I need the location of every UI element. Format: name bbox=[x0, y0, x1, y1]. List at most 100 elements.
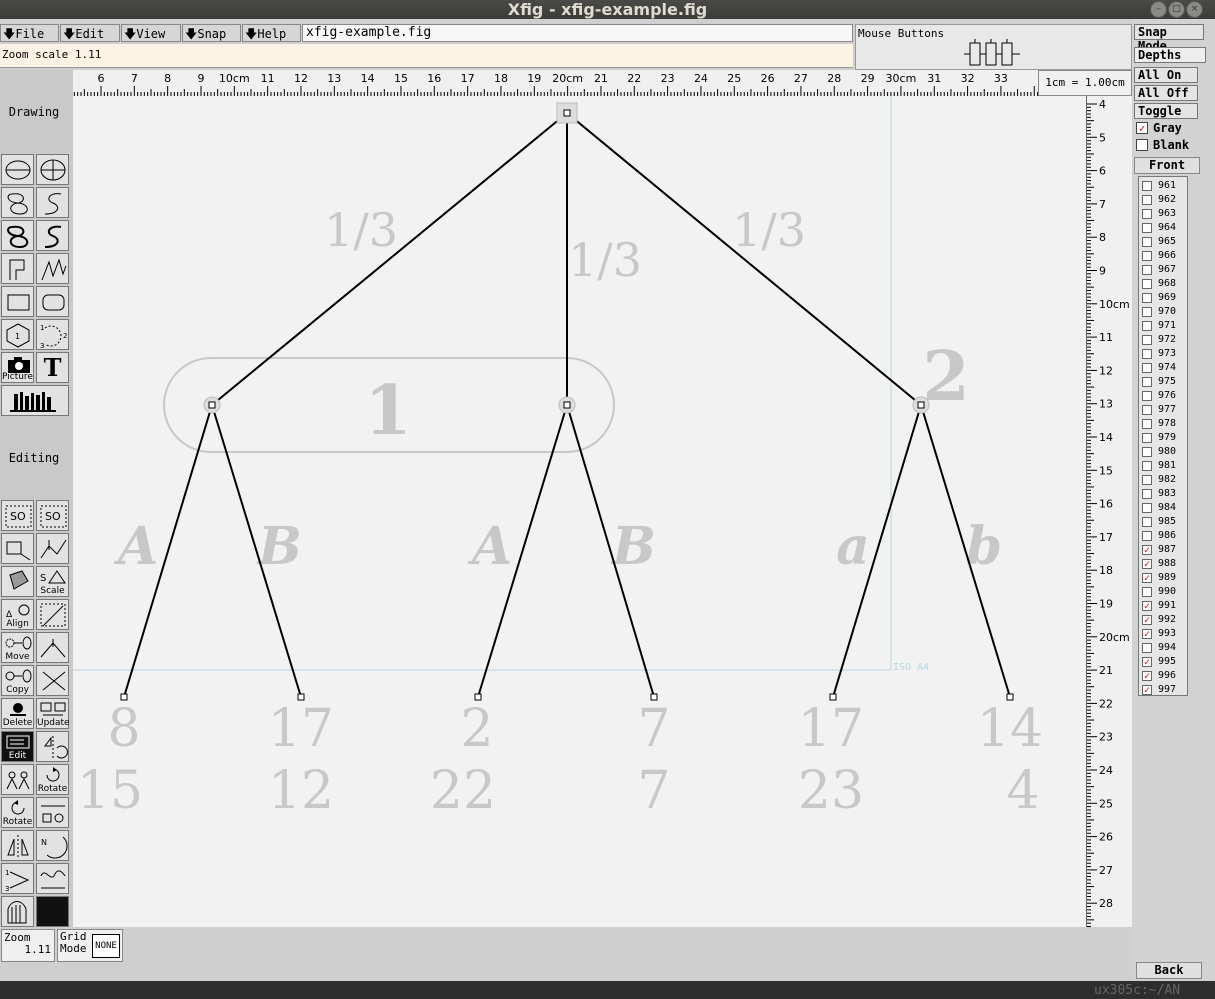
flip-tool[interactable] bbox=[36, 731, 69, 762]
update-tool[interactable]: Update bbox=[36, 698, 70, 729]
picture-tool[interactable]: Picture bbox=[1, 352, 34, 383]
depth-item[interactable]: 966 bbox=[1141, 249, 1187, 263]
edit-tool[interactable]: Edit bbox=[1, 731, 34, 762]
ruler-tool[interactable] bbox=[36, 863, 69, 894]
leaf-node[interactable] bbox=[474, 693, 482, 701]
rounded-box-tool[interactable] bbox=[36, 286, 69, 317]
filename-field[interactable]: xfig-example.fig bbox=[302, 24, 853, 42]
arrow-mode-tool[interactable] bbox=[1, 566, 34, 597]
node-marker[interactable] bbox=[563, 401, 571, 409]
delete-tool[interactable]: Delete bbox=[1, 698, 34, 729]
depth-item[interactable]: 983 bbox=[1141, 487, 1187, 501]
closed-interp-spline-tool[interactable] bbox=[1, 220, 34, 251]
minimize-icon[interactable]: – bbox=[1150, 1, 1167, 18]
depth-item[interactable]: ✓ 996 bbox=[1141, 669, 1187, 683]
depth-item[interactable]: 968 bbox=[1141, 277, 1187, 291]
rotate-cw-tool[interactable]: Rotate bbox=[36, 764, 69, 795]
depth-item[interactable]: 976 bbox=[1141, 389, 1187, 403]
cut-tool[interactable] bbox=[36, 665, 69, 696]
convert-tool[interactable] bbox=[36, 797, 69, 828]
depth-item[interactable]: ✓ 993 bbox=[1141, 627, 1187, 641]
depth-item[interactable]: 972 bbox=[1141, 333, 1187, 347]
maximize-icon[interactable]: □ bbox=[1168, 1, 1185, 18]
depth-item[interactable]: ✓ 992 bbox=[1141, 613, 1187, 627]
depth-item[interactable]: 986 bbox=[1141, 529, 1187, 543]
depth-list[interactable]: 961 962 963 964 965 966 967 968 969 970 971 972 973 9… bbox=[1138, 176, 1188, 696]
depth-item[interactable]: 964 bbox=[1141, 221, 1187, 235]
menu-snap[interactable]: 🡇Snap bbox=[182, 24, 241, 42]
circle-diameter-tool[interactable] bbox=[36, 154, 69, 185]
node-marker[interactable] bbox=[563, 109, 571, 117]
leaf-node[interactable] bbox=[1006, 693, 1014, 701]
menu-help[interactable]: 🡇Help bbox=[242, 24, 301, 42]
copy-tool[interactable]: Copy bbox=[1, 665, 34, 696]
move-tool[interactable]: Move bbox=[1, 632, 34, 663]
depth-item[interactable]: 962 bbox=[1141, 193, 1187, 207]
leaf-node[interactable] bbox=[650, 693, 658, 701]
node-marker[interactable] bbox=[208, 401, 216, 409]
depth-item[interactable]: 977 bbox=[1141, 403, 1187, 417]
anchor-tool[interactable] bbox=[1, 830, 34, 861]
depth-item[interactable]: ✓ 997 bbox=[1141, 683, 1187, 697]
scale-tool[interactable]: S Scale bbox=[36, 566, 69, 597]
open-spline-tool[interactable] bbox=[36, 187, 69, 218]
depth-item[interactable]: 981 bbox=[1141, 459, 1187, 473]
grid-mode-indicator[interactable]: Grid Mode NONE bbox=[57, 929, 123, 962]
units-indicator[interactable]: 1cm = 1.00cm bbox=[1038, 70, 1132, 96]
polyline-tool[interactable] bbox=[36, 253, 69, 284]
circle-radius-tool[interactable] bbox=[1, 154, 34, 185]
move-point-tool[interactable] bbox=[36, 599, 69, 630]
depth-item[interactable]: 990 bbox=[1141, 585, 1187, 599]
open-interp-spline-tool[interactable] bbox=[36, 220, 69, 251]
depth-item[interactable]: 970 bbox=[1141, 305, 1187, 319]
arc-direction-tool[interactable]: N bbox=[36, 830, 69, 861]
depth-item[interactable]: 963 bbox=[1141, 207, 1187, 221]
depth-item[interactable]: 985 bbox=[1141, 515, 1187, 529]
delete-point-tool[interactable] bbox=[36, 632, 69, 663]
gray-checkbox[interactable]: ✓ Gray bbox=[1135, 121, 1205, 137]
zoom-indicator[interactable]: Zoom 1.11 bbox=[1, 929, 55, 962]
fill-pattern-tool[interactable] bbox=[1, 896, 34, 927]
break-compound-tool[interactable]: SO bbox=[36, 500, 69, 531]
leaf-node[interactable] bbox=[829, 693, 837, 701]
color-tool[interactable] bbox=[36, 896, 69, 927]
add-point-tool[interactable] bbox=[36, 533, 69, 564]
blank-checkbox[interactable]: Blank bbox=[1135, 138, 1205, 154]
close-icon[interactable]: × bbox=[1186, 1, 1203, 18]
split-tool[interactable]: 13 bbox=[1, 863, 34, 894]
depth-item[interactable]: 978 bbox=[1141, 417, 1187, 431]
depth-item[interactable]: 974 bbox=[1141, 361, 1187, 375]
toggle-button[interactable]: Toggle bbox=[1134, 103, 1198, 119]
depth-item[interactable]: 994 bbox=[1141, 641, 1187, 655]
top-ruler[interactable]: 6 7 8 9 10cm 11 12 13 14 15 16 17 18 19 20cm 21 22 23 24 25… bbox=[73, 70, 1038, 97]
depth-item[interactable]: 965 bbox=[1141, 235, 1187, 249]
depth-item[interactable]: 973 bbox=[1141, 347, 1187, 361]
depth-item[interactable]: 969 bbox=[1141, 291, 1187, 305]
depth-item[interactable]: ✓ 987 bbox=[1141, 543, 1187, 557]
library-tool[interactable] bbox=[1, 385, 69, 416]
glue-compound-tool[interactable]: SO bbox=[1, 500, 34, 531]
box-tool[interactable] bbox=[1, 286, 34, 317]
rotate-ccw-tool[interactable]: Rotate bbox=[1, 797, 34, 828]
leaf-node[interactable] bbox=[120, 693, 128, 701]
depth-item[interactable]: 967 bbox=[1141, 263, 1187, 277]
polygon-tool[interactable] bbox=[1, 253, 34, 284]
all-on-button[interactable]: All On bbox=[1134, 67, 1198, 83]
text-tool[interactable]: T bbox=[36, 352, 69, 383]
depth-item[interactable]: 980 bbox=[1141, 445, 1187, 459]
arc-tool[interactable]: 1 2 3 bbox=[36, 319, 69, 350]
depth-item[interactable]: 975 bbox=[1141, 375, 1187, 389]
side-ruler[interactable]: 4 5 6 7 8 9 10cm 11 12 13 14 15 16 17 18 19 20cm 21 22 23 24… bbox=[1086, 96, 1132, 927]
depth-item[interactable]: ✓ 988 bbox=[1141, 557, 1187, 571]
depth-item[interactable]: ✓ 995 bbox=[1141, 655, 1187, 669]
depth-item[interactable]: 979 bbox=[1141, 431, 1187, 445]
align-tool[interactable]: Δ Align bbox=[1, 599, 34, 630]
leaf-node[interactable] bbox=[297, 693, 305, 701]
depth-item[interactable]: ✓ 991 bbox=[1141, 599, 1187, 613]
depth-item[interactable]: ✓ 989 bbox=[1141, 571, 1187, 585]
menu-file[interactable]: 🡇File bbox=[0, 24, 59, 42]
drawing-canvas[interactable]: ISO A4 1/3 1/3 1/3 1 2 A B A B a b 8 17 … bbox=[73, 96, 1086, 927]
depth-item[interactable]: 984 bbox=[1141, 501, 1187, 515]
menu-edit[interactable]: 🡇Edit bbox=[60, 24, 120, 42]
all-off-button[interactable]: All Off bbox=[1134, 85, 1198, 101]
